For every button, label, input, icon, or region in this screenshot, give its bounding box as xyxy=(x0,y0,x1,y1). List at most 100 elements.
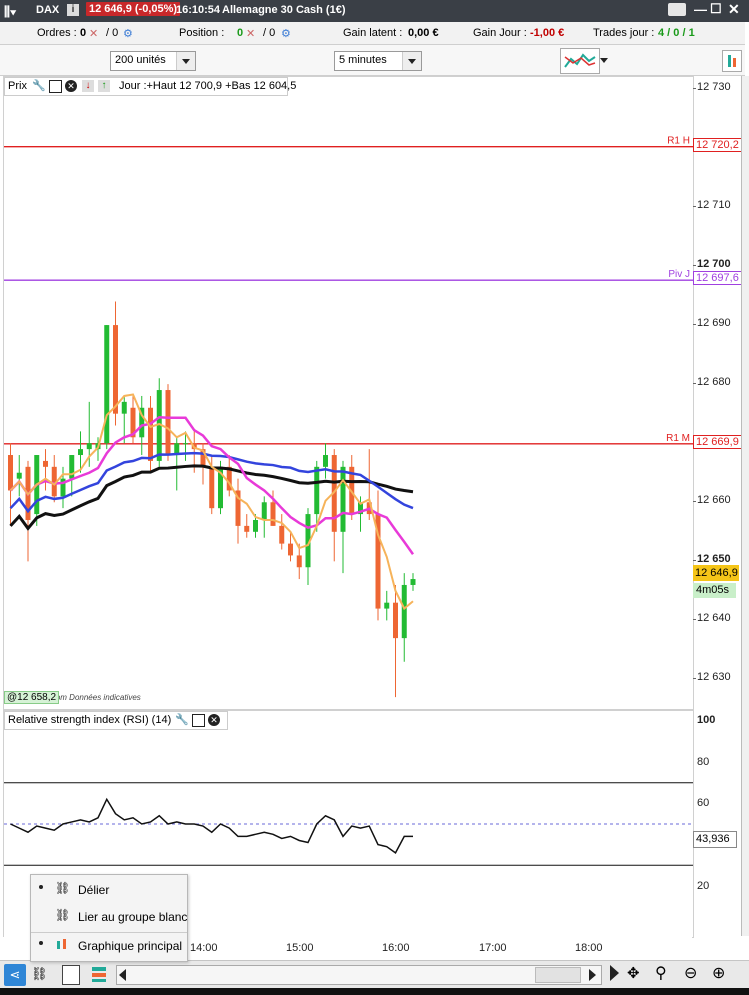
side-panel-strip[interactable] xyxy=(741,76,749,936)
close-icon[interactable]: ✕ xyxy=(208,714,220,726)
position-cancel-icon[interactable]: ✕ xyxy=(246,27,255,40)
price-badge: 12 646,9 (-0,05%) xyxy=(86,2,181,16)
candle-body xyxy=(323,455,328,467)
candle-body xyxy=(279,525,285,544)
price-axis[interactable]: 12 730 12 710 12 700 12 690 12 680 12 660 12 6… xyxy=(693,76,742,708)
indicators-icon[interactable] xyxy=(560,48,600,74)
arrow-up-icon[interactable]: ↑ xyxy=(98,80,110,92)
layout-icon[interactable] xyxy=(91,965,107,983)
chart-toolbar: 200 unités 5 minutes xyxy=(0,45,745,76)
instrument-name[interactable]: DAX xyxy=(36,4,59,16)
position-gear-icon[interactable]: ⚙ xyxy=(281,27,291,40)
price-tick: 12 730 xyxy=(697,80,731,93)
candle-body xyxy=(113,325,118,414)
selected-bullet xyxy=(39,885,43,889)
clock-time: 16:10:54 xyxy=(176,4,221,16)
rsi-tick-60: 60 xyxy=(697,797,710,809)
price-tick: 12 700 xyxy=(697,258,731,270)
candle-body xyxy=(16,472,22,479)
chart-scrollbar[interactable] xyxy=(116,965,602,985)
scroll-right-icon[interactable] xyxy=(589,969,596,981)
window-icon[interactable] xyxy=(192,714,205,727)
maximize-icon[interactable]: ☐ xyxy=(710,1,722,17)
time-tick: 15:00 xyxy=(286,942,314,954)
add-chart-icon[interactable] xyxy=(722,50,742,72)
price-tick: 12 650 xyxy=(697,553,731,566)
link-icon[interactable]: ⛓ xyxy=(31,966,48,982)
template-icon[interactable] xyxy=(62,965,80,985)
chart-type-icon[interactable]: ⫼▾ xyxy=(4,4,16,20)
candle-body xyxy=(86,443,92,450)
scroll-thumb[interactable] xyxy=(535,967,581,983)
price-tick: 12 710 xyxy=(697,198,731,211)
day-gain-value: -1,00 € xyxy=(530,27,565,39)
zoom-out-icon[interactable]: ⊖ xyxy=(684,963,697,983)
candle-body xyxy=(270,502,276,526)
minimize-icon[interactable]: — xyxy=(694,2,707,17)
menu-item-link-white-group[interactable]: ⛓ Lier au groupe blanc xyxy=(31,904,187,930)
close-icon[interactable]: ✕ xyxy=(65,80,77,92)
price-tick-mark xyxy=(693,383,696,385)
wrench-icon[interactable]: 🔧 xyxy=(32,79,46,92)
chart-legend: Prix 🔧 ✕ ↓ ↑ Jour :+Haut 12 700,9 +Bas 1… xyxy=(4,77,296,96)
price-tick-mark xyxy=(693,501,696,503)
account-info-bar: Ordres : 0 ✕ / 0 ⚙ Position : 0 ✕ / 0 ⚙ … xyxy=(0,22,745,45)
price-tick-mark xyxy=(693,87,696,89)
pan-tool-icon[interactable]: ✥ xyxy=(627,964,640,982)
timeframe-select[interactable]: 5 minutes xyxy=(334,51,422,71)
wrench-icon[interactable]: 🔧 xyxy=(175,713,189,726)
rsi-line xyxy=(10,797,413,854)
scroll-left-icon[interactable] xyxy=(119,969,126,981)
keyboard-icon[interactable] xyxy=(668,3,686,16)
chevron-down-icon[interactable] xyxy=(176,52,195,70)
candle-body xyxy=(401,584,407,639)
position-label: Position : xyxy=(179,27,225,39)
menu-item-label: Graphique principal xyxy=(78,939,183,953)
info-icon[interactable]: i xyxy=(67,4,79,16)
market-name: Allemagne 30 Cash (1€) xyxy=(222,4,346,16)
menu-item-unlink[interactable]: ⛓ Délier xyxy=(31,877,187,903)
menu-item-label: Délier xyxy=(78,883,110,897)
taskbar-strip xyxy=(0,988,749,995)
orders-gear-icon[interactable]: ⚙ xyxy=(123,27,133,40)
link-context-menu: ⛓ Délier ⛓ Lier au groupe blanc Graphiqu… xyxy=(30,874,188,962)
trades-label: Trades jour : xyxy=(593,27,655,39)
time-tick: 18:00 xyxy=(575,942,603,954)
rsi-title: Relative strength index (RSI) (14) xyxy=(8,714,172,726)
pivot-level-price: 12 720,2 xyxy=(693,137,742,152)
candle-body xyxy=(78,449,83,456)
pivot-level-name: Piv J xyxy=(668,269,690,280)
window-icon[interactable] xyxy=(49,80,62,93)
day-gain-label: Gain Jour : xyxy=(473,27,527,39)
price-tick: 12 680 xyxy=(697,376,731,389)
candle-body xyxy=(244,525,250,532)
link-icon: ⛓ xyxy=(55,908,71,922)
link-icon: ⛓ xyxy=(55,881,71,895)
menu-item-label: Lier au groupe blanc xyxy=(78,910,188,924)
share-icon[interactable]: ⋖ xyxy=(4,964,26,986)
price-chart[interactable]: R1 H Piv J R1 M xyxy=(4,77,693,709)
go-to-end-icon[interactable] xyxy=(610,965,619,981)
trades-value: 4 / 0 / 1 xyxy=(658,27,695,39)
pivot-level-name: R1 M xyxy=(666,433,690,444)
menu-item-main-chart[interactable]: Graphique principal xyxy=(31,933,187,959)
price-chart-pane[interactable]: R1 H Piv J R1 M Prix 🔧 ✕ ↓ ↑ Jour :+Haut 1… xyxy=(3,76,739,710)
candle-body xyxy=(314,466,320,515)
candlestick-icon xyxy=(55,937,69,956)
close-icon[interactable]: ✕ xyxy=(728,1,740,18)
chevron-down-icon[interactable] xyxy=(600,58,608,63)
rsi-tick-100: 100 xyxy=(697,714,716,726)
candle-body xyxy=(261,502,267,520)
zoom-fit-icon[interactable]: ⚲ xyxy=(655,963,667,983)
candle-body xyxy=(209,466,215,509)
arrow-down-icon[interactable]: ↓ xyxy=(82,80,94,92)
zoom-in-icon[interactable]: ⊕ xyxy=(712,963,725,983)
price-tick-mark xyxy=(693,324,696,326)
orders-cancel-icon[interactable]: ✕ xyxy=(89,27,98,40)
candle-body xyxy=(148,407,153,461)
candle-body xyxy=(165,390,171,456)
price-tick-mark xyxy=(693,619,696,621)
chevron-down-icon[interactable] xyxy=(402,52,421,70)
orders-total: / 0 xyxy=(106,27,119,39)
units-select[interactable]: 200 unités xyxy=(110,51,196,71)
